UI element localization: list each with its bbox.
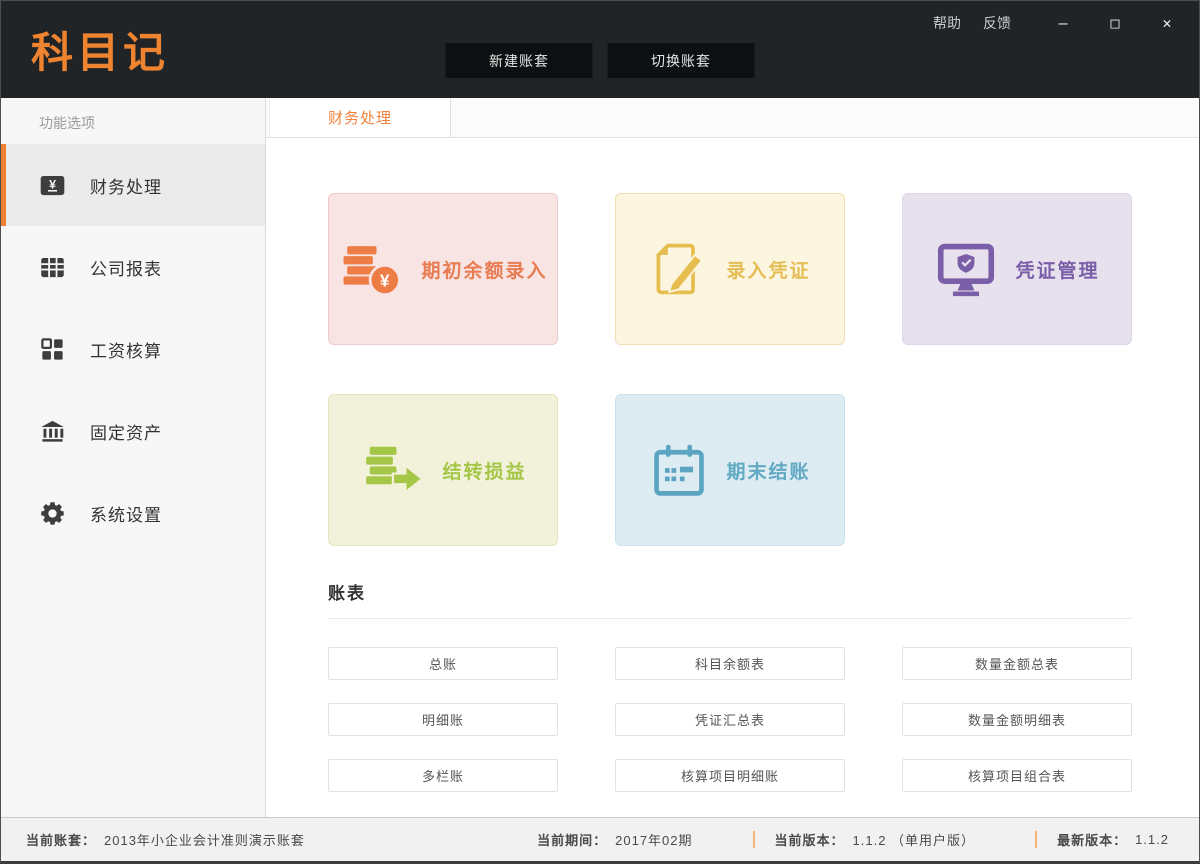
sidebar-item-finance[interactable]: ¥ 财务处理 — [1, 144, 265, 226]
status-account-label: 当前账套： — [26, 830, 96, 849]
calendar-icon — [649, 441, 709, 499]
yen-card-icon: ¥ — [39, 172, 66, 199]
report-button-qty-amount-detail[interactable]: 数量金额明细表 — [902, 703, 1132, 736]
close-button[interactable]: ✕ — [1157, 14, 1177, 32]
maximize-button[interactable]: □ — [1105, 14, 1125, 32]
status-separator — [753, 831, 755, 848]
new-account-set-button[interactable]: 新建账套 — [446, 43, 593, 78]
account-set-actions: 新建账套 切换账套 — [446, 43, 755, 78]
sidebar-item-payroll[interactable]: 工资核算 — [1, 308, 265, 390]
card-label: 凭证管理 — [1015, 256, 1099, 283]
grid-icon — [39, 336, 66, 363]
report-button-item-combination[interactable]: 核算项目组合表 — [902, 759, 1132, 792]
sidebar-item-label: 工资核算 — [90, 337, 162, 362]
reports-section: 账表 总账 科目余额表 数量金额总表 明细账 凭证汇总表 数量金额明细表 多栏账… — [328, 579, 1132, 792]
svg-text:¥: ¥ — [49, 177, 56, 191]
tab-bar: 财务处理 — [266, 98, 1199, 138]
report-buttons: 总账 科目余额表 数量金额总表 明细账 凭证汇总表 数量金额明细表 多栏账 核算… — [328, 647, 1132, 792]
tab-finance[interactable]: 财务处理 — [269, 98, 451, 137]
card-voucher-management[interactable]: 凭证管理 — [902, 193, 1132, 345]
function-cards: ¥ 期初余额录入 录入凭证 — [328, 193, 1132, 546]
content: ¥ 期初余额录入 录入凭证 — [266, 138, 1199, 817]
sidebar-item-reports[interactable]: 公司报表 — [1, 226, 265, 308]
status-account-value: 2013年小企业会计准则演示账套 — [104, 830, 305, 849]
app-logo: 科目记 — [31, 19, 169, 80]
status-period-value: 2017年02期 — [615, 830, 692, 849]
doc-pencil-icon — [649, 240, 709, 298]
sidebar-item-settings[interactable]: 系统设置 — [1, 472, 265, 554]
status-period-label: 当前期间： — [537, 830, 607, 849]
app-window: 科目记 新建账套 切换账套 帮助 反馈 — □ ✕ 功能选项 ¥ 财务处理 — [0, 0, 1200, 864]
status-current-period: 当前期间： 2017年02期 — [537, 830, 692, 849]
main-area: 财务处理 ¥ 期初余额录入 — [266, 98, 1199, 817]
card-label: 录入凭证 — [726, 256, 810, 283]
report-button-account-balance[interactable]: 科目余额表 — [615, 647, 845, 680]
status-latest-value: 1.1.2 — [1135, 832, 1169, 847]
sidebar-item-fixed-assets[interactable]: 固定资产 — [1, 390, 265, 472]
reports-title: 账表 — [328, 579, 1132, 604]
svg-text:¥: ¥ — [380, 270, 390, 290]
card-period-end-closing[interactable]: 期末结账 — [615, 394, 845, 546]
sidebar-item-label: 系统设置 — [90, 501, 162, 526]
status-version-value: 1.1.2 （单用户版） — [853, 830, 976, 849]
report-button-qty-amount-summary[interactable]: 数量金额总表 — [902, 647, 1132, 680]
report-button-detail-ledger[interactable]: 明细账 — [328, 703, 558, 736]
monitor-shield-icon — [934, 240, 998, 298]
switch-account-set-button[interactable]: 切换账套 — [608, 43, 755, 78]
title-bar: 科目记 新建账套 切换账套 帮助 反馈 — □ ✕ — [1, 1, 1199, 98]
table-icon — [39, 254, 66, 281]
gear-icon — [39, 500, 66, 527]
sidebar-item-label: 固定资产 — [90, 419, 162, 444]
sidebar-item-label: 公司报表 — [90, 255, 162, 280]
sidebar: 功能选项 ¥ 财务处理 公司报表 — [1, 98, 266, 817]
report-button-voucher-summary[interactable]: 凭证汇总表 — [615, 703, 845, 736]
card-opening-balance[interactable]: ¥ 期初余额录入 — [328, 193, 558, 345]
report-button-item-detail-ledger[interactable]: 核算项目明细账 — [615, 759, 845, 792]
sidebar-item-label: 财务处理 — [90, 173, 162, 198]
help-link[interactable]: 帮助 — [933, 13, 961, 33]
sidebar-title: 功能选项 — [1, 98, 265, 144]
window-actions: 帮助 反馈 — □ ✕ — [933, 13, 1177, 33]
coins-arrow-icon — [359, 442, 425, 498]
report-button-multi-column-ledger[interactable]: 多栏账 — [328, 759, 558, 792]
feedback-link[interactable]: 反馈 — [983, 13, 1011, 33]
minimize-button[interactable]: — — [1053, 14, 1073, 32]
status-bar: 当前账套： 2013年小企业会计准则演示账套 当前期间： 2017年02期 当前… — [1, 817, 1199, 861]
card-label: 结转损益 — [442, 457, 526, 484]
card-enter-voucher[interactable]: 录入凭证 — [615, 193, 845, 345]
status-current-version: 当前版本： 1.1.2 （单用户版） — [775, 830, 976, 849]
report-button-general-ledger[interactable]: 总账 — [328, 647, 558, 680]
status-version-label: 当前版本： — [775, 830, 845, 849]
status-latest-label: 最新版本： — [1057, 830, 1127, 849]
status-latest-version: 最新版本： 1.1.2 — [1057, 830, 1169, 849]
status-separator — [1035, 831, 1037, 848]
status-current-account-set: 当前账套： 2013年小企业会计准则演示账套 — [26, 830, 305, 849]
reports-divider — [328, 618, 1132, 619]
coins-yen-icon: ¥ — [338, 240, 404, 298]
bank-icon — [39, 418, 66, 445]
card-carry-forward[interactable]: 结转损益 — [328, 394, 558, 546]
card-label: 期初余额录入 — [421, 256, 547, 283]
card-label: 期末结账 — [726, 457, 810, 484]
